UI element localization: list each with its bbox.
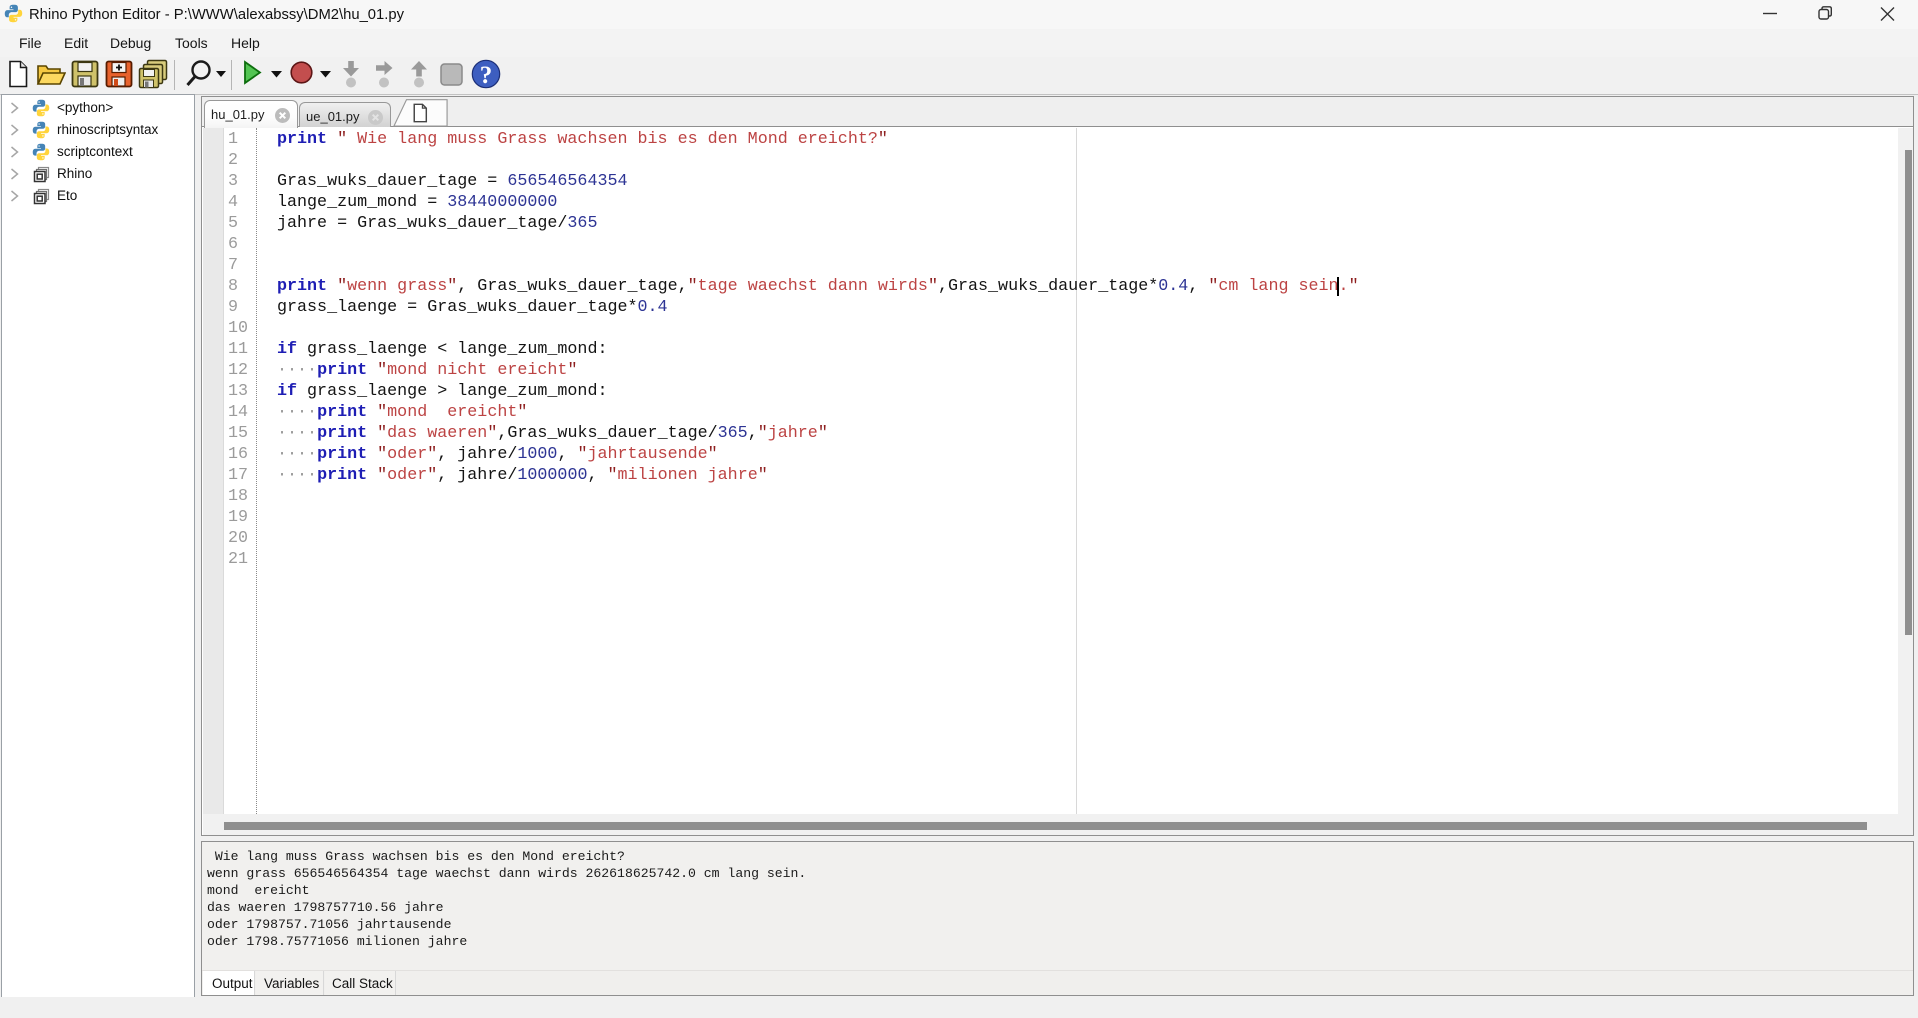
svg-text:?: ?	[480, 62, 493, 89]
